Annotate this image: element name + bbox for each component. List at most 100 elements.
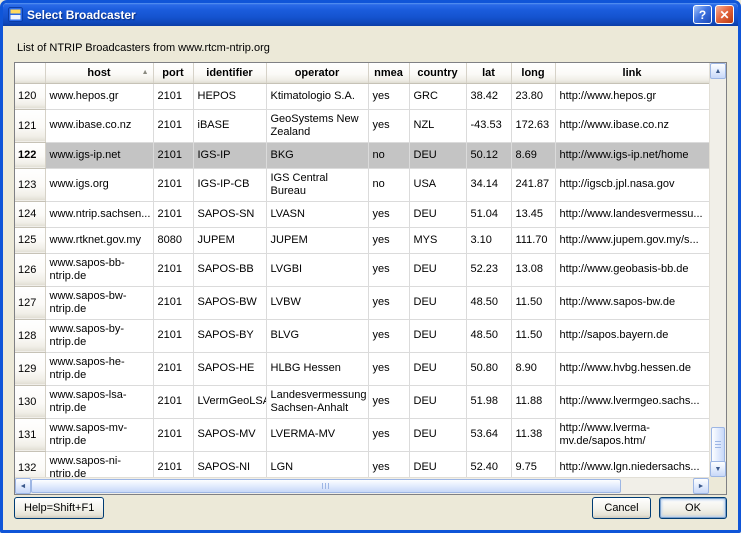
cell-long[interactable]: 11.38 — [511, 418, 555, 451]
table-row[interactable]: 120www.hepos.gr2101HEPOSKtimatologio S.A… — [15, 83, 709, 109]
cell-lat[interactable]: 52.40 — [466, 451, 511, 477]
cell-operator[interactable]: GeoSystems New Zealand — [266, 109, 368, 142]
cell-long[interactable]: 11.50 — [511, 319, 555, 352]
cell-link[interactable]: http://www.geobasis-bb.de — [555, 253, 709, 286]
cell-nmea[interactable]: yes — [368, 385, 409, 418]
cell-operator[interactable]: LVGBI — [266, 253, 368, 286]
cell-host[interactable]: www.igs.org — [45, 168, 153, 201]
scroll-down-button[interactable]: ▼ — [710, 461, 726, 477]
cell-long[interactable]: 13.08 — [511, 253, 555, 286]
cell-link[interactable]: http://www.jupem.gov.my/s... — [555, 227, 709, 253]
cell-nmea[interactable]: yes — [368, 286, 409, 319]
scroll-right-button[interactable]: ► — [693, 478, 709, 494]
column-header-lat[interactable]: lat — [466, 63, 511, 83]
cell-long[interactable]: 13.45 — [511, 201, 555, 227]
cell-port[interactable]: 2101 — [153, 253, 193, 286]
cell-link[interactable]: http://sapos.bayern.de — [555, 319, 709, 352]
cell-link[interactable]: http://igscb.jpl.nasa.gov — [555, 168, 709, 201]
cell-operator[interactable]: LVERMA-MV — [266, 418, 368, 451]
cell-identifier[interactable]: SAPOS-BY — [193, 319, 266, 352]
table-row[interactable]: 127www.sapos-bw-ntrip.de2101SAPOS-BWLVBW… — [15, 286, 709, 319]
cell-identifier[interactable]: IGS-IP-CB — [193, 168, 266, 201]
cell-country[interactable]: USA — [409, 168, 466, 201]
row-number[interactable]: 131 — [15, 418, 45, 451]
cell-country[interactable]: DEU — [409, 451, 466, 477]
cell-long[interactable]: 241.87 — [511, 168, 555, 201]
cell-port[interactable]: 2101 — [153, 109, 193, 142]
cell-long[interactable]: 9.75 — [511, 451, 555, 477]
cell-host[interactable]: www.ntrip.sachsen... — [45, 201, 153, 227]
cell-identifier[interactable]: SAPOS-HE — [193, 352, 266, 385]
cell-nmea[interactable]: yes — [368, 319, 409, 352]
titlebar[interactable]: Select Broadcaster ? ✕ — [3, 3, 738, 26]
row-number[interactable]: 122 — [15, 142, 45, 168]
cell-operator[interactable]: Ktimatologio S.A. — [266, 83, 368, 109]
cell-host[interactable]: www.igs-ip.net — [45, 142, 153, 168]
ok-button[interactable]: OK — [659, 497, 727, 519]
cell-country[interactable]: DEU — [409, 142, 466, 168]
table-row[interactable]: 130www.sapos-lsa-ntrip.de2101LVermGeoLSA… — [15, 385, 709, 418]
table-row[interactable]: 128www.sapos-by-ntrip.de2101SAPOS-BYBLVG… — [15, 319, 709, 352]
cell-port[interactable]: 2101 — [153, 451, 193, 477]
row-number[interactable]: 124 — [15, 201, 45, 227]
cell-host[interactable]: www.sapos-bw-ntrip.de — [45, 286, 153, 319]
scroll-left-button[interactable]: ◄ — [15, 478, 31, 494]
cell-host[interactable]: www.sapos-lsa-ntrip.de — [45, 385, 153, 418]
table-row[interactable]: 122www.igs-ip.net2101IGS-IPBKGnoDEU50.12… — [15, 142, 709, 168]
cell-country[interactable]: DEU — [409, 385, 466, 418]
cell-long[interactable]: 11.88 — [511, 385, 555, 418]
help-button[interactable]: Help=Shift+F1 — [14, 497, 104, 519]
cell-port[interactable]: 2101 — [153, 352, 193, 385]
column-header-nmea[interactable]: nmea — [368, 63, 409, 83]
cell-identifier[interactable]: SAPOS-MV — [193, 418, 266, 451]
cell-country[interactable]: DEU — [409, 201, 466, 227]
cell-nmea[interactable]: yes — [368, 227, 409, 253]
cell-lat[interactable]: 38.42 — [466, 83, 511, 109]
cell-operator[interactable]: LVASN — [266, 201, 368, 227]
cell-port[interactable]: 2101 — [153, 385, 193, 418]
cell-host[interactable]: www.ibase.co.nz — [45, 109, 153, 142]
cell-link[interactable]: http://www.lverma-mv.de/sapos.htm/ — [555, 418, 709, 451]
row-number[interactable]: 132 — [15, 451, 45, 477]
cell-nmea[interactable]: yes — [368, 201, 409, 227]
row-number[interactable]: 125 — [15, 227, 45, 253]
cell-identifier[interactable]: LVermGeoLSA — [193, 385, 266, 418]
cell-operator[interactable]: JUPEM — [266, 227, 368, 253]
cell-nmea[interactable]: yes — [368, 253, 409, 286]
cell-identifier[interactable]: SAPOS-BB — [193, 253, 266, 286]
cell-operator[interactable]: IGS Central Bureau — [266, 168, 368, 201]
cell-host[interactable]: www.sapos-ni-ntrip.de — [45, 451, 153, 477]
column-header-identifier[interactable]: identifier — [193, 63, 266, 83]
cell-nmea[interactable]: no — [368, 142, 409, 168]
cell-port[interactable]: 2101 — [153, 286, 193, 319]
table-row[interactable]: 124www.ntrip.sachsen...2101SAPOS-SNLVASN… — [15, 201, 709, 227]
cell-link[interactable]: http://www.lgn.niedersachs... — [555, 451, 709, 477]
cell-country[interactable]: DEU — [409, 418, 466, 451]
cell-identifier[interactable]: SAPOS-NI — [193, 451, 266, 477]
row-number[interactable]: 121 — [15, 109, 45, 142]
cell-link[interactable]: http://www.sapos-bw.de — [555, 286, 709, 319]
cell-long[interactable]: 111.70 — [511, 227, 555, 253]
cell-nmea[interactable]: yes — [368, 109, 409, 142]
cell-operator[interactable]: LGN — [266, 451, 368, 477]
scroll-up-button[interactable]: ▲ — [710, 63, 726, 79]
column-header-long[interactable]: long — [511, 63, 555, 83]
cell-country[interactable]: DEU — [409, 286, 466, 319]
cell-host[interactable]: www.rtknet.gov.my — [45, 227, 153, 253]
cell-link[interactable]: http://www.ibase.co.nz — [555, 109, 709, 142]
cell-identifier[interactable]: JUPEM — [193, 227, 266, 253]
cell-lat[interactable]: 48.50 — [466, 286, 511, 319]
cell-port[interactable]: 2101 — [153, 83, 193, 109]
row-number[interactable]: 123 — [15, 168, 45, 201]
cell-lat[interactable]: 53.64 — [466, 418, 511, 451]
cell-identifier[interactable]: SAPOS-SN — [193, 201, 266, 227]
cell-lat[interactable]: 50.12 — [466, 142, 511, 168]
cell-link[interactable]: http://www.lvermgeo.sachs... — [555, 385, 709, 418]
cell-host[interactable]: www.sapos-bb-ntrip.de — [45, 253, 153, 286]
cancel-button[interactable]: Cancel — [592, 497, 651, 519]
horizontal-scrollbar-thumb[interactable] — [31, 479, 621, 493]
table-row[interactable]: 129www.sapos-he-ntrip.de2101SAPOS-HEHLBG… — [15, 352, 709, 385]
cell-host[interactable]: www.hepos.gr — [45, 83, 153, 109]
vertical-scrollbar-thumb[interactable] — [711, 427, 725, 463]
cell-lat[interactable]: 34.14 — [466, 168, 511, 201]
